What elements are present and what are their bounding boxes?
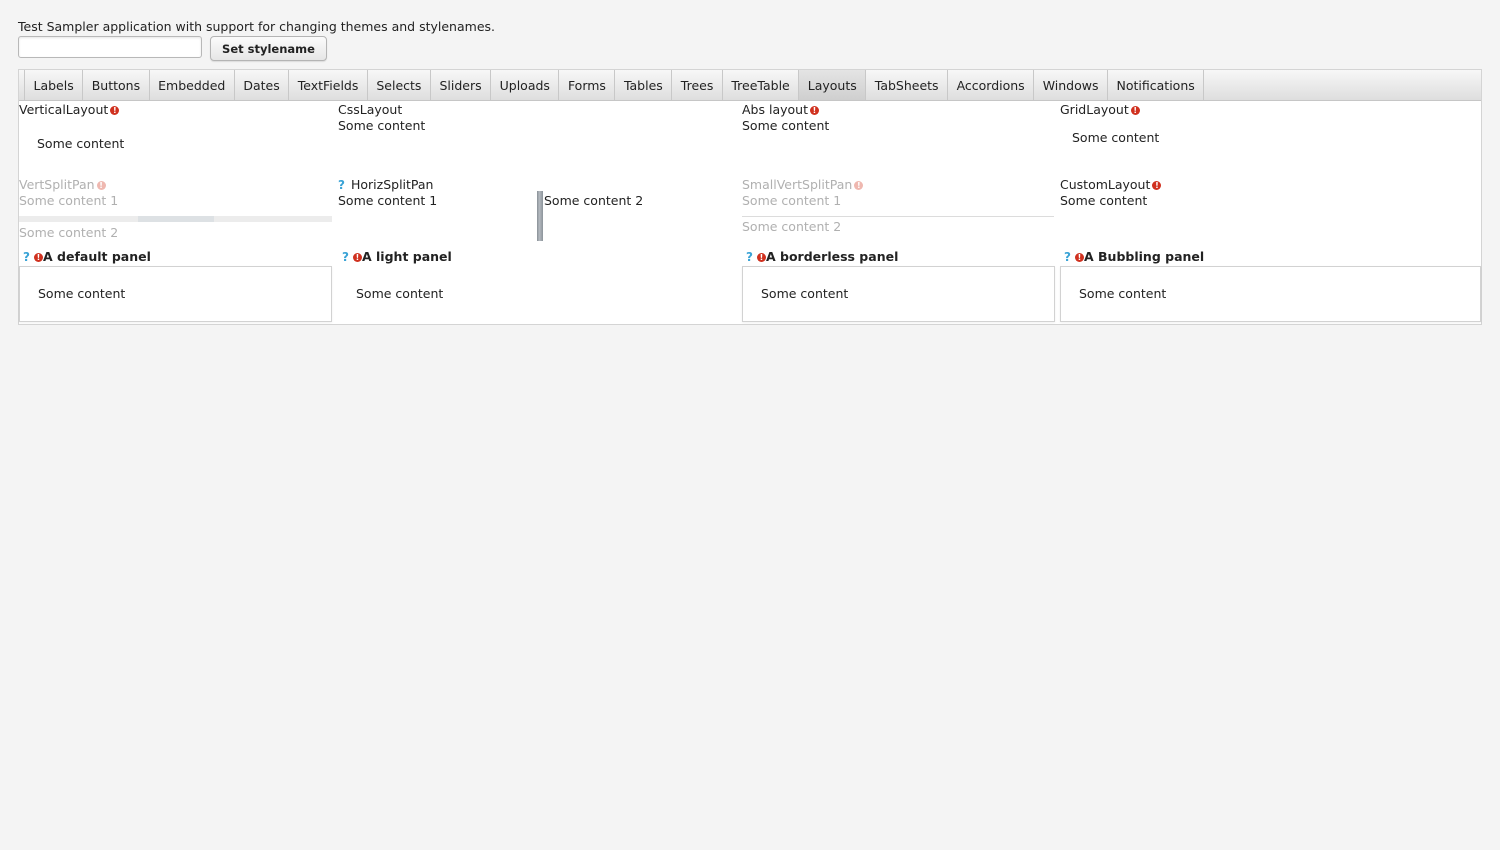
main-tabsheet: Labels Buttons Embedded Dates TextFields… <box>18 69 1482 325</box>
help-icon: ? <box>342 250 349 264</box>
light-panel-caption: ?! A light panel <box>342 249 452 264</box>
tab-tables[interactable]: Tables <box>614 70 671 100</box>
css-layout-caption: CssLayout <box>338 102 403 117</box>
default-panel-caption: ?! A default panel <box>23 249 151 264</box>
tab-embedded[interactable]: Embedded <box>148 70 234 100</box>
tab-sliders[interactable]: Sliders <box>429 70 490 100</box>
error-icon: ! <box>1130 106 1140 115</box>
abs-layout-caption-text: Abs layout <box>742 102 808 117</box>
help-icon: ? <box>1064 250 1071 264</box>
borderless-panel: Some content <box>742 266 1055 322</box>
small-vert-split-splitter[interactable] <box>742 216 1054 217</box>
intro-text: Test Sampler application with support fo… <box>18 19 495 34</box>
error-icon: ! <box>757 253 766 262</box>
tab-dates[interactable]: Dates <box>233 70 288 100</box>
default-panel-content: Some content <box>38 286 126 301</box>
vertical-layout-caption: VerticalLayout! <box>19 102 120 117</box>
tab-bar: Labels Buttons Embedded Dates TextFields… <box>19 70 1481 101</box>
horiz-split-caption: ? HorizSplitPan <box>338 177 433 192</box>
light-panel-content: Some content <box>356 286 444 301</box>
vert-split-first: Some content 1 <box>19 193 119 208</box>
vertical-layout-caption-text: VerticalLayout <box>19 102 109 117</box>
default-panel-caption-text: A default panel <box>43 249 151 264</box>
horiz-split-splitter[interactable] <box>537 191 543 241</box>
bubbling-panel-caption-text: A Bubbling panel <box>1084 249 1205 264</box>
help-icon: ? <box>746 250 753 264</box>
error-icon: ! <box>110 106 120 115</box>
bubbling-panel-caption: ?! A Bubbling panel <box>1064 249 1204 264</box>
custom-layout-caption-text: CustomLayout <box>1060 177 1151 192</box>
layouts-tab-content: VerticalLayout! Some content CssLayout S… <box>19 101 1481 324</box>
stylename-input[interactable] <box>18 36 202 58</box>
vert-split-caption: VertSplitPan! <box>19 177 106 192</box>
tab-tabsheets[interactable]: TabSheets <box>865 70 947 100</box>
help-icon: ? <box>23 250 30 264</box>
bubbling-panel-content: Some content <box>1079 286 1167 301</box>
tab-uploads[interactable]: Uploads <box>490 70 558 100</box>
tab-accordions[interactable]: Accordions <box>947 70 1033 100</box>
default-panel: Some content <box>19 266 332 322</box>
abs-layout-content: Some content <box>742 118 830 133</box>
error-icon: ! <box>353 253 362 262</box>
custom-layout-content: Some content <box>1060 193 1148 208</box>
vert-split-second: Some content 2 <box>19 225 119 240</box>
vert-split-caption-text: VertSplitPan <box>19 177 95 192</box>
tab-layouts[interactable]: Layouts <box>798 70 866 100</box>
tab-textfields[interactable]: TextFields <box>288 70 367 100</box>
grid-layout-caption: GridLayout! <box>1060 102 1140 117</box>
vert-split-handle[interactable] <box>138 216 214 222</box>
set-stylename-button[interactable]: Set stylename <box>210 36 327 61</box>
error-icon: ! <box>34 253 43 262</box>
error-icon: ! <box>1152 181 1162 190</box>
borderless-panel-content: Some content <box>761 286 849 301</box>
tab-labels[interactable]: Labels <box>24 70 82 100</box>
vertical-layout-content: Some content <box>37 136 125 151</box>
tab-forms[interactable]: Forms <box>558 70 614 100</box>
tab-trees[interactable]: Trees <box>671 70 722 100</box>
help-icon: ? <box>338 178 345 192</box>
horiz-split-caption-text: HorizSplitPan <box>350 177 434 192</box>
abs-layout-caption: Abs layout! <box>742 102 819 117</box>
css-layout-content: Some content <box>338 118 426 133</box>
custom-layout-caption: CustomLayout! <box>1060 177 1162 192</box>
horiz-split-first: Some content 1 <box>338 193 438 208</box>
tab-treetable[interactable]: TreeTable <box>721 70 798 100</box>
error-icon: ! <box>809 106 819 115</box>
small-vert-split-second: Some content 2 <box>742 219 842 234</box>
app-root: Test Sampler application with support fo… <box>0 0 1500 850</box>
tab-buttons[interactable]: Buttons <box>82 70 148 100</box>
error-icon: ! <box>1075 253 1084 262</box>
small-vert-split-caption: SmallVertSplitPan! <box>742 177 864 192</box>
grid-layout-content: Some content <box>1072 130 1160 145</box>
small-vert-split-first: Some content 1 <box>742 193 842 208</box>
borderless-panel-caption-text: A borderless panel <box>766 249 899 264</box>
bubbling-panel: Some content <box>1060 266 1481 322</box>
borderless-panel-caption: ?! A borderless panel <box>746 249 898 264</box>
tab-windows[interactable]: Windows <box>1033 70 1107 100</box>
tab-selects[interactable]: Selects <box>366 70 430 100</box>
grid-layout-caption-text: GridLayout <box>1060 102 1129 117</box>
error-icon: ! <box>96 181 106 190</box>
error-icon: ! <box>854 181 864 190</box>
tab-notifications[interactable]: Notifications <box>1107 70 1205 100</box>
small-vert-split-caption-text: SmallVertSplitPan <box>742 177 853 192</box>
horiz-split-second: Some content 2 <box>544 193 644 208</box>
light-panel-caption-text: A light panel <box>362 249 452 264</box>
